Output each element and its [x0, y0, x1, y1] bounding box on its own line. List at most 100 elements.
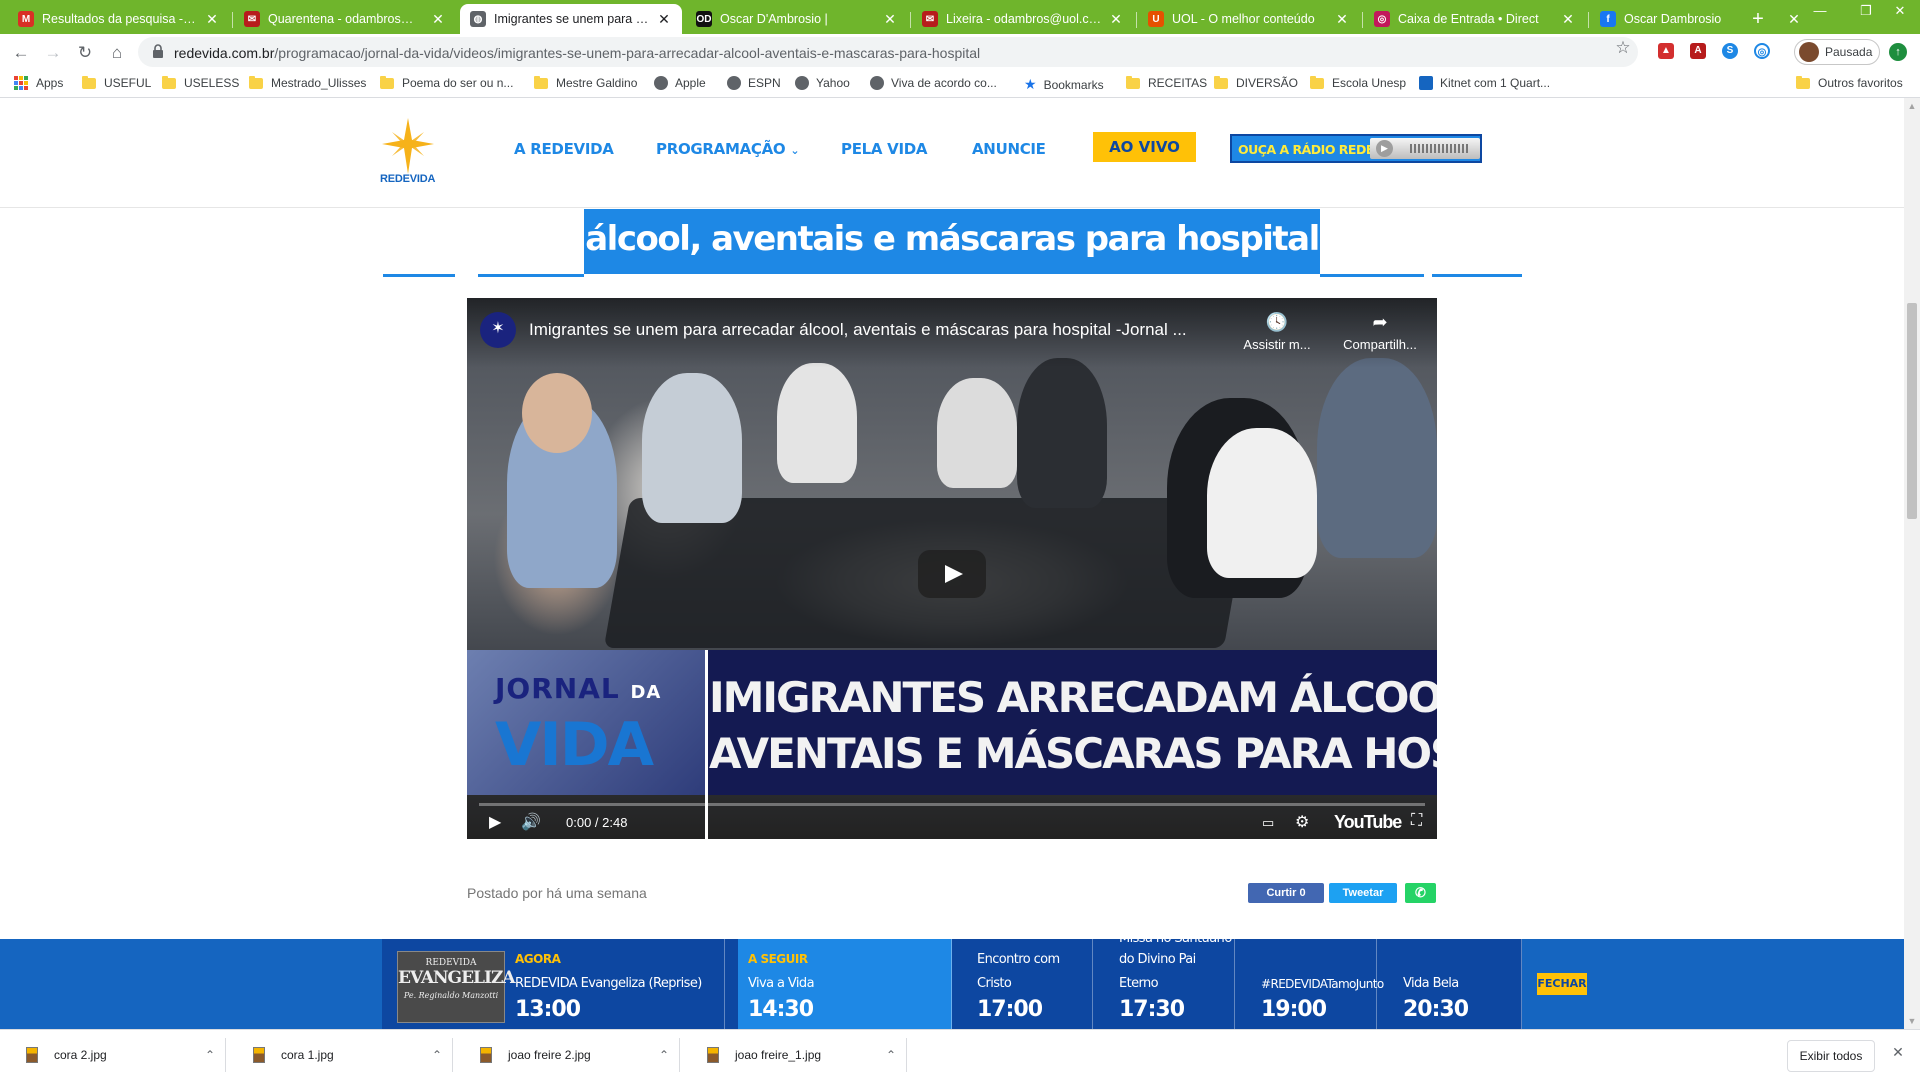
scroll-up-icon[interactable]: ▲ — [1904, 98, 1920, 114]
download-item[interactable]: joao freire 2.jpg ⌃ — [460, 1038, 680, 1072]
profile-button[interactable]: Pausada — [1794, 39, 1880, 65]
bookmark-item[interactable]: Yahoo — [795, 76, 850, 90]
bookmark-item[interactable]: Mestrado_Ulisses — [249, 75, 366, 90]
home-button[interactable]: ⌂ — [104, 40, 130, 66]
target-extension-icon[interactable]: ◎ — [1754, 43, 1770, 59]
scrollbar-thumb[interactable] — [1907, 303, 1917, 519]
tab[interactable]: ✉ Lixeira - odambros@uol.com ✕ — [912, 4, 1134, 34]
tab[interactable]: ◎ Caixa de Entrada • Direct ✕ — [1364, 4, 1586, 34]
chevron-up-icon[interactable]: ⌃ — [195, 1048, 225, 1062]
watch-later-button[interactable]: 🕓 Assistir m... — [1232, 312, 1322, 352]
tab[interactable]: OD Oscar D'Ambrosio | ✕ — [686, 4, 908, 34]
browser-toolbar: ← → ↻ ⌂ redevida.com.br/programacao/jorn… — [0, 34, 1920, 70]
url-text[interactable]: redevida.com.br/programacao/jornal-da-vi… — [174, 45, 980, 61]
schedule-slot-next[interactable]: A SEGUIR Viva a Vida 14:30 — [738, 939, 952, 1029]
bookmark-item[interactable]: Poema do ser ou n... — [380, 75, 513, 90]
tab[interactable]: U UOL - O melhor conteúdo ✕ — [1138, 4, 1360, 34]
extension-icon[interactable]: ▲ — [1658, 43, 1674, 59]
close-downloads-icon[interactable]: ✕ — [1887, 1044, 1909, 1061]
schedule-slot[interactable]: #REDEVIDATamoJunto 19:00 — [1251, 939, 1384, 1029]
new-tab-button[interactable]: + — [1745, 6, 1771, 32]
close-tab-icon[interactable]: ✕ — [656, 11, 672, 28]
bookmark-star-icon[interactable]: ☆ — [1612, 38, 1634, 58]
nav-a-redevida[interactable]: A REDEVIDA — [514, 140, 614, 158]
close-tab-icon[interactable]: ✕ — [1334, 11, 1350, 28]
youtube-player[interactable]: ✶ Imigrantes se unem para arrecadar álco… — [467, 298, 1437, 839]
back-button[interactable]: ← — [8, 40, 34, 66]
address-bar[interactable]: redevida.com.br/programacao/jornal-da-vi… — [138, 37, 1638, 67]
show-all-downloads-button[interactable]: Exibir todos — [1787, 1040, 1875, 1072]
bookmark-label: Kitnet com 1 Quart... — [1440, 76, 1551, 90]
big-play-button[interactable] — [918, 550, 986, 598]
bookmark-item[interactable]: ESPN — [727, 76, 781, 90]
forward-button[interactable]: → — [40, 40, 66, 66]
bookmark-item[interactable]: DIVERSÃO — [1214, 75, 1298, 90]
close-tab-icon[interactable]: ✕ — [430, 11, 446, 28]
share-button[interactable]: ➦ Compartilh... — [1335, 312, 1425, 352]
clock-icon: 🕓 — [1265, 312, 1289, 332]
skype-extension-icon[interactable]: S — [1722, 43, 1738, 59]
chevron-up-icon[interactable]: ⌃ — [876, 1048, 906, 1062]
bookmark-item[interactable]: ★ Bookmarks — [1024, 76, 1104, 93]
close-tab-icon[interactable]: ✕ — [204, 11, 220, 28]
close-tab-icon[interactable]: ✕ — [1108, 11, 1124, 28]
nav-pela-vida[interactable]: PELA VIDA — [841, 140, 927, 158]
schedule-slot[interactable]: Missa no Santuário do Divino Pai Eterno … — [1109, 931, 1235, 1029]
play-icon[interactable]: ▶ — [1376, 140, 1393, 157]
tab[interactable]: f Oscar Dambrosio ✕ — [1590, 4, 1812, 34]
bookmark-item[interactable]: Viva de acordo co... — [870, 76, 997, 90]
bookmark-item[interactable]: Kitnet com 1 Quart... — [1419, 76, 1550, 90]
nav-anuncie[interactable]: ANUNCIE — [972, 140, 1046, 158]
schedule-slot[interactable]: Vida Bela 20:30 — [1393, 939, 1522, 1029]
page-scrollbar[interactable]: ▲ ▼ — [1904, 98, 1920, 1029]
tweet-button[interactable]: Tweetar — [1329, 883, 1397, 903]
close-tab-icon[interactable]: ✕ — [882, 11, 898, 28]
close-tab-icon[interactable]: ✕ — [1560, 11, 1576, 28]
scroll-down-icon[interactable]: ▼ — [1904, 1013, 1920, 1029]
bookmark-item[interactable]: RECEITAS — [1126, 75, 1207, 90]
bookmark-item[interactable]: USELESS — [162, 75, 239, 90]
facebook-like-button[interactable]: Curtir 0 — [1248, 883, 1324, 903]
schedule-slot-now[interactable]: AGORA REDEVIDA Evangeliza (Reprise) 13:0… — [505, 939, 725, 1029]
download-item[interactable]: cora 2.jpg ⌃ — [6, 1038, 226, 1072]
tab-active[interactable]: ◍ Imigrantes se unem para arr ✕ — [460, 4, 682, 34]
bookmark-item[interactable]: Apple — [654, 76, 706, 90]
close-window-button[interactable]: ✕ — [1877, 0, 1920, 30]
chevron-up-icon[interactable]: ⌃ — [649, 1048, 679, 1062]
minimize-button[interactable]: — — [1797, 0, 1843, 30]
ao-vivo-button[interactable]: AO VIVO — [1093, 132, 1196, 162]
update-menu-icon[interactable]: ↑ — [1889, 43, 1907, 61]
whatsapp-share-icon[interactable]: ✆ — [1405, 883, 1436, 903]
folder-icon — [162, 75, 176, 89]
volume-bar[interactable] — [1410, 144, 1470, 153]
bookmark-item[interactable]: USEFUL — [82, 75, 151, 90]
radio-widget[interactable]: OUÇA A RÁDIO REDEVIDA ▶ — [1230, 134, 1482, 163]
close-schedule-button[interactable]: FECHAR — [1537, 973, 1587, 995]
channel-avatar[interactable]: ✶ — [480, 312, 516, 348]
download-item[interactable]: cora 1.jpg ⌃ — [233, 1038, 453, 1072]
subtitles-icon[interactable]: ▭ — [1262, 815, 1274, 831]
bookmark-item[interactable]: Mestre Galdino — [534, 75, 637, 90]
pdf-extension-icon[interactable]: A — [1690, 43, 1706, 59]
bookmark-item[interactable]: Escola Unesp — [1310, 75, 1406, 90]
redevida-logo[interactable]: REDEVIDA — [378, 118, 448, 188]
volume-icon[interactable]: 🔊 — [521, 812, 541, 832]
slot-program: Vida Bela — [1403, 976, 1459, 991]
youtube-logo[interactable]: YouTube — [1334, 812, 1402, 833]
tab[interactable]: ✉ Quarentena - odambros@uo ✕ — [234, 4, 456, 34]
other-bookmarks[interactable]: Outros favoritos — [1796, 75, 1903, 90]
lock-icon[interactable] — [152, 44, 164, 58]
reload-button[interactable]: ↻ — [72, 40, 98, 66]
bookmark-item[interactable]: Apps — [14, 76, 63, 90]
fullscreen-icon[interactable]: ⛶ — [1411, 812, 1422, 830]
schedule-slot[interactable]: Encontro com Cristo 17:00 — [967, 939, 1093, 1029]
settings-gear-icon[interactable]: ⚙ — [1295, 812, 1309, 832]
nav-programacao[interactable]: PROGRAMAÇÃO ⌄ — [656, 140, 800, 158]
download-item[interactable]: joao freire_1.jpg ⌃ — [687, 1038, 907, 1072]
video-title[interactable]: Imigrantes se unem para arrecadar álcool… — [529, 320, 1229, 340]
play-icon[interactable]: ▶ — [489, 812, 501, 832]
now-program-thumbnail[interactable]: REDEVIDA EVANGELIZA Pe. Reginaldo Manzot… — [397, 951, 516, 1023]
radio-player[interactable]: ▶ — [1370, 138, 1480, 159]
tab[interactable]: M Resultados da pesquisa - os ✕ — [8, 4, 230, 34]
chevron-up-icon[interactable]: ⌃ — [422, 1048, 452, 1062]
